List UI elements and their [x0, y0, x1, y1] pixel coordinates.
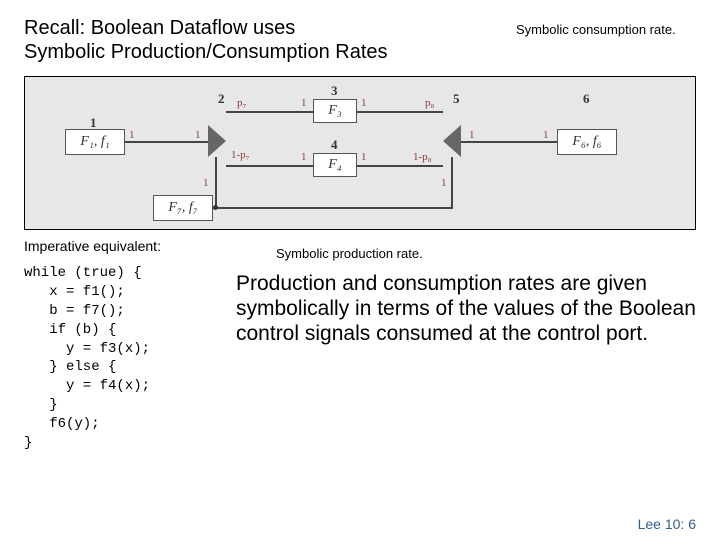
- rate-p8-top: p₈: [425, 97, 434, 109]
- rate-1mp7: 1-p₇: [231, 149, 250, 161]
- title-line-2: Symbolic Production/Consumption Rates: [24, 41, 388, 63]
- switch-left-icon: [208, 125, 226, 157]
- box-f1: F₁, f₁: [65, 129, 125, 155]
- annotation-consumption-rate: Symbolic consumption rate.: [516, 16, 696, 37]
- rate-1a: 1: [129, 129, 135, 141]
- edge-7-5v: [451, 157, 453, 209]
- rate-1mp8: 1-p₈: [413, 151, 432, 163]
- node-6-label: 6: [583, 91, 590, 107]
- node-3-label: 3: [331, 83, 338, 99]
- dataflow-diagram: 1 F₁, f₁ 2 3 F₃ 4 F₄ 5 6 F₆, f₆ F₇, f₇ 1…: [24, 76, 696, 230]
- slide-title: Recall: Boolean Dataflow uses Symbolic P…: [24, 16, 388, 64]
- box-f6: F₆, f₆: [557, 129, 617, 155]
- edge-7-2: [215, 157, 217, 207]
- edge-2-4: [226, 165, 313, 167]
- annotation-production-rate: Symbolic production rate.: [276, 246, 696, 261]
- rate-1g: 1: [469, 129, 475, 141]
- edge-7-5h: [213, 207, 453, 209]
- box-f4: F₄: [313, 153, 357, 177]
- node-2-label: 2: [218, 91, 225, 107]
- edge-5-6: [461, 141, 557, 143]
- body-paragraph: Production and consumption rates are giv…: [236, 271, 696, 347]
- rate-p7-top: p₇: [237, 97, 246, 109]
- rate-1c: 1: [301, 97, 307, 109]
- box-f7: F₇, f₇: [153, 195, 213, 221]
- imperative-heading: Imperative equivalent:: [24, 238, 224, 254]
- node-4-label: 4: [331, 137, 338, 153]
- rate-1j: 1: [441, 177, 447, 189]
- rate-1i: 1: [203, 177, 209, 189]
- edge-4-5: [357, 165, 443, 167]
- edge-1-2: [125, 141, 208, 143]
- node-5-label: 5: [453, 91, 460, 107]
- rate-1f: 1: [361, 151, 367, 163]
- rate-1e: 1: [301, 151, 307, 163]
- edge-3-5: [357, 111, 443, 113]
- box-f3: F₃: [313, 99, 357, 123]
- junction-dot: [213, 205, 218, 210]
- rate-1d: 1: [361, 97, 367, 109]
- rate-1h: 1: [543, 129, 549, 141]
- switch-right-icon: [443, 125, 461, 157]
- code-block: while (true) { x = f1(); b = f7(); if (b…: [24, 264, 224, 453]
- rate-1b: 1: [195, 129, 201, 141]
- edge-2-3: [226, 111, 313, 113]
- slide-footer: Lee 10: 6: [638, 516, 696, 532]
- title-line-1: Recall: Boolean Dataflow uses: [24, 17, 295, 39]
